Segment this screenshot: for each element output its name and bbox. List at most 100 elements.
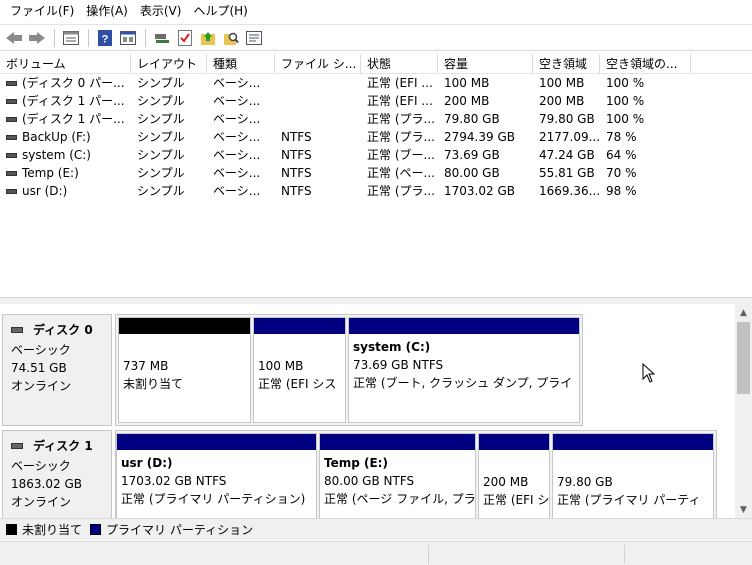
- column-header-volume[interactable]: ボリューム: [0, 54, 131, 74]
- partition-status: 正常 (ブート, クラッシュ ダンプ, プライ: [353, 376, 573, 390]
- cell-free-space: 47.24 GB: [539, 148, 595, 162]
- partition-size: 200 MB: [483, 475, 529, 489]
- partition-efi-disk1[interactable]: 200 MB 正常 (EFI シ: [478, 433, 550, 518]
- volume-name: usr (D:): [22, 184, 68, 198]
- partition-size: 73.69 GB NTFS: [353, 358, 444, 372]
- cell-status: 正常 (ブー...: [367, 148, 435, 162]
- table-row[interactable]: BackUp (F:) シンプル ベーシ... NTFS 正常 (プラ... 2794.3…: [0, 128, 752, 146]
- volume-icon: [6, 170, 17, 176]
- partition-name: system (C:): [353, 340, 431, 354]
- volume-icon: [6, 152, 17, 158]
- toolbar-separator: [88, 28, 89, 47]
- scroll-up-arrow-icon[interactable]: ▲: [735, 304, 752, 321]
- cell-free-space: 200 MB: [539, 94, 585, 108]
- toolbar-separator: [54, 28, 55, 47]
- cell-layout: シンプル: [137, 184, 185, 198]
- column-header-type[interactable]: 種類: [207, 54, 275, 74]
- toolbar-separator: [145, 28, 146, 47]
- partition-primary-disk1[interactable]: 79.80 GB 正常 (プライマリ パーティ: [552, 433, 714, 518]
- partition-usr-d[interactable]: usr (D:) 1703.02 GB NTFS 正常 (プライマリ パーティシ…: [116, 433, 317, 518]
- legend-label: プライマリ パーティション: [106, 523, 254, 537]
- partition-efi-disk0[interactable]: 100 MB 正常 (EFI シス: [253, 317, 346, 423]
- properties-icon[interactable]: [243, 27, 265, 49]
- legend-unallocated: 未割り当て: [6, 521, 82, 538]
- volume-list: ボリューム レイアウト 種類 ファイル シ... 状態 容量 空き領域 空き領域…: [0, 54, 752, 298]
- svg-text:?: ?: [102, 33, 109, 45]
- checkmark-icon[interactable]: [174, 27, 196, 49]
- disk-1-label[interactable]: ディスク 1 ベーシック 1863.02 GB オンライン: [2, 430, 112, 518]
- cell-filesystem: NTFS: [281, 148, 312, 162]
- column-header-capacity[interactable]: 容量: [438, 54, 533, 74]
- table-row[interactable]: usr (D:) シンプル ベーシ... NTFS 正常 (プラ... 1703.02 G…: [0, 182, 752, 200]
- mouse-cursor-icon: [642, 362, 656, 386]
- table-row[interactable]: Temp (E:) シンプル ベーシ... NTFS 正常 (ペー... 80.00 GB…: [0, 164, 752, 182]
- cell-status: 正常 (プラ...: [367, 130, 435, 144]
- partition-status: 正常 (プライマリ パーティ: [557, 493, 701, 507]
- menu-view[interactable]: 表示(V): [134, 0, 188, 23]
- disk-0-label[interactable]: ディスク 0 ベーシック 74.51 GB オンライン: [2, 314, 112, 426]
- console-icon[interactable]: [117, 27, 139, 49]
- cell-status: 正常 (EFI ...: [367, 94, 433, 108]
- legend: 未割り当て プライマリ パーティション: [0, 518, 752, 540]
- connect-icon[interactable]: [151, 27, 173, 49]
- partition-unallocated[interactable]: 737 MB 未割り当て: [118, 317, 251, 423]
- table-row[interactable]: (ディスク 1 パー... シンプル ベーシ... 正常 (EFI ... 200 MB…: [0, 92, 752, 110]
- status-bar: [0, 541, 752, 565]
- column-header-status[interactable]: 状態: [361, 54, 438, 74]
- disk-1-type: ベーシック: [11, 459, 71, 473]
- forward-arrow-icon[interactable]: [26, 27, 48, 49]
- volume-name: (ディスク 0 パー...: [22, 76, 125, 90]
- cell-filesystem: NTFS: [281, 130, 312, 144]
- volume-name: Temp (E:): [22, 166, 79, 180]
- volume-name: (ディスク 1 パー...: [22, 112, 125, 126]
- disk-1-partitions: usr (D:) 1703.02 GB NTFS 正常 (プライマリ パーティシ…: [115, 430, 717, 518]
- menu-file[interactable]: ファイル(F): [4, 0, 80, 23]
- cell-capacity: 73.69 GB: [444, 148, 500, 162]
- search-icon[interactable]: [220, 27, 242, 49]
- disk-0-status: オンライン: [11, 379, 72, 393]
- partition-bar: [479, 434, 549, 450]
- partition-bar: [320, 434, 475, 450]
- partition-bar: [349, 318, 579, 334]
- volume-rows: (ディスク 0 パー... シンプル ベーシ... 正常 (EFI ... 100 MB…: [0, 74, 752, 200]
- up-folder-icon[interactable]: [197, 27, 219, 49]
- disk-1-name: ディスク 1: [33, 439, 93, 453]
- column-header-layout[interactable]: レイアウト: [131, 54, 207, 74]
- help-icon[interactable]: ?: [94, 27, 116, 49]
- column-header-free-space[interactable]: 空き領域: [533, 54, 600, 74]
- table-row[interactable]: system (C:) シンプル ベーシ... NTFS 正常 (ブー... 73.69 …: [0, 146, 752, 164]
- partition-system-c[interactable]: system (C:) 73.69 GB NTFS 正常 (ブート, クラッシュ…: [348, 317, 580, 423]
- partition-bar: [553, 434, 713, 450]
- disk-0-name: ディスク 0: [33, 323, 93, 337]
- cell-status: 正常 (プラ...: [367, 112, 435, 126]
- cell-status: 正常 (ペー...: [367, 166, 435, 180]
- volume-icon: [6, 188, 17, 194]
- cell-layout: シンプル: [137, 130, 185, 144]
- column-header-filesystem[interactable]: ファイル シ...: [275, 54, 361, 74]
- column-header-free-percent[interactable]: 空き領域の...: [600, 54, 691, 74]
- cell-free-percent: 100 %: [606, 112, 645, 126]
- scroll-down-arrow-icon[interactable]: ▼: [735, 501, 752, 518]
- cell-capacity: 2794.39 GB: [444, 130, 515, 144]
- scrollbar-thumb[interactable]: [737, 322, 750, 394]
- partition-size: 1703.02 GB NTFS: [121, 474, 227, 488]
- menu-help[interactable]: ヘルプ(H): [187, 0, 253, 23]
- volume-icon: [6, 134, 17, 140]
- cell-volume: system (C:): [0, 146, 131, 164]
- partition-temp-e[interactable]: Temp (E:) 80.00 GB NTFS 正常 (ページ ファイル, プラ: [319, 433, 476, 518]
- disk-map: ディスク 0 ベーシック 74.51 GB オンライン 737 MB 未割り当て…: [0, 304, 752, 518]
- cell-type: ベーシ...: [213, 94, 261, 108]
- menu-action[interactable]: 操作(A): [80, 0, 134, 23]
- back-arrow-icon[interactable]: [3, 27, 25, 49]
- cell-volume: (ディスク 0 パー...: [0, 74, 131, 92]
- table-row[interactable]: (ディスク 1 パー... シンプル ベーシ... 正常 (プラ... 79.80 GB…: [0, 110, 752, 128]
- disk-map-scrollbar[interactable]: ▲ ▼: [735, 304, 752, 518]
- cell-volume: Temp (E:): [0, 164, 131, 182]
- partition-status: 未割り当て: [123, 377, 184, 391]
- disk-icon: [11, 442, 23, 449]
- table-row[interactable]: (ディスク 0 パー... シンプル ベーシ... 正常 (EFI ... 100 MB…: [0, 74, 752, 92]
- cell-free-percent: 64 %: [606, 148, 637, 162]
- disk-list-icon[interactable]: [60, 27, 82, 49]
- toolbar: ?: [0, 24, 752, 51]
- volume-icon: [6, 80, 17, 86]
